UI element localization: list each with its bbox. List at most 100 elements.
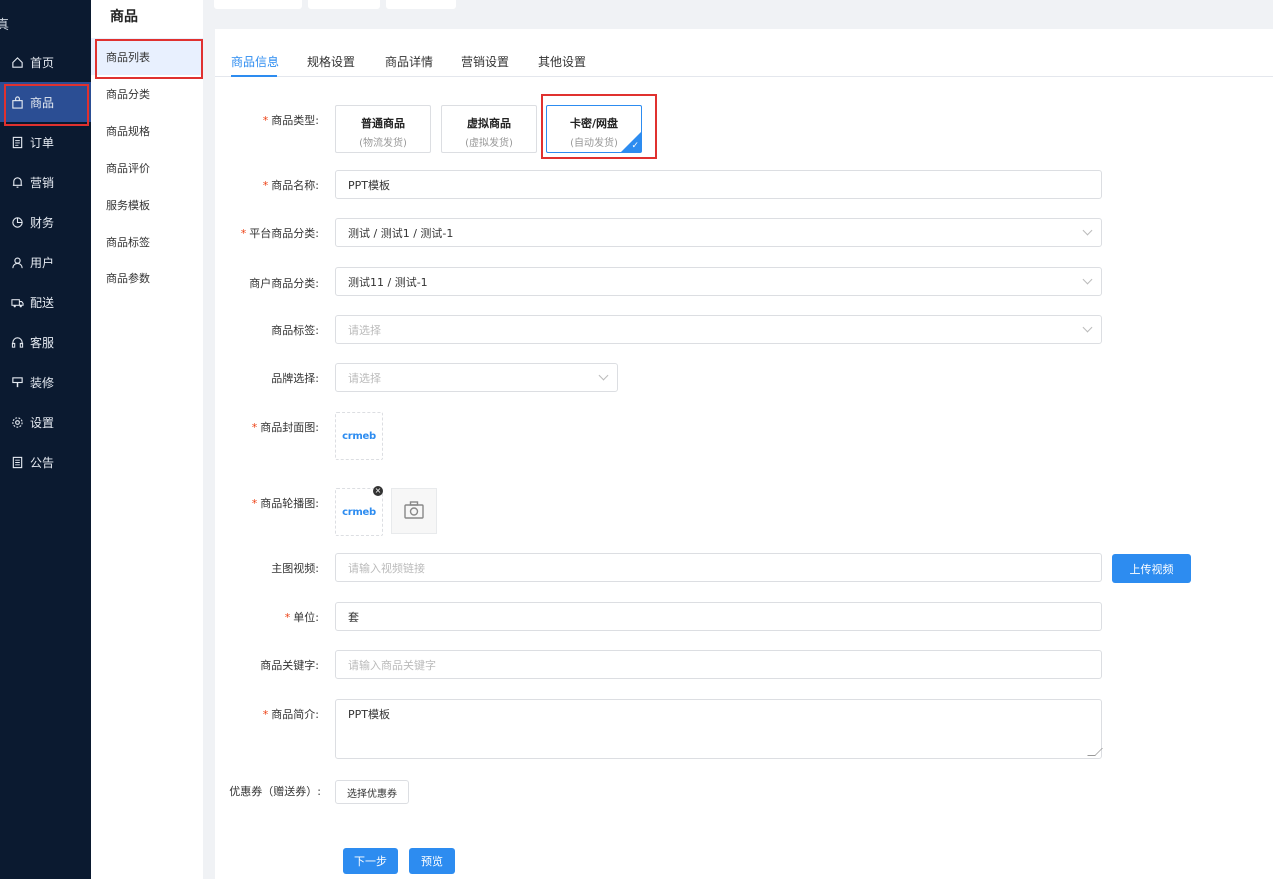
subbar-item-product-list[interactable]: 商品列表 [91, 38, 203, 79]
sidebar-item-product[interactable]: 商品 [0, 82, 91, 126]
name-label: * 商品名称: [262, 179, 319, 192]
sidebar-item-label: 配送 [30, 295, 55, 310]
sidebar-item-label: 财务 [30, 215, 55, 230]
bell-icon [10, 175, 24, 189]
main-sidebar: 真 首页 商品 订单 营销 财务 用户 配送 客服 装修 设置 公告 [0, 0, 91, 879]
intro-textarea[interactable]: PPT模板 [335, 699, 1103, 759]
sub-sidebar: 商品 商品列表 商品分类 商品规格 商品评价 服务模板 商品标签 商品参数 [91, 0, 203, 879]
subbar-item-param[interactable]: 商品参数 [91, 259, 203, 296]
intro-value: PPT模板 [348, 708, 390, 721]
type-label: * 商品类型: [262, 114, 319, 127]
upload-carousel-button[interactable] [391, 488, 437, 534]
sidebar-item-service[interactable]: 客服 [0, 322, 91, 362]
sidebar-item-delivery[interactable]: 配送 [0, 282, 91, 322]
tab-other-settings[interactable]: 其他设置 [538, 53, 586, 70]
sidebar-item-label: 首页 [30, 55, 55, 70]
video-label: 主图视频: [271, 562, 319, 575]
sidebar-item-notice[interactable]: 公告 [0, 442, 91, 482]
video-url-input[interactable]: 请输入视频链接 [335, 553, 1102, 582]
type-title: 卡密/网盘 [569, 117, 619, 130]
sidebar-item-settings[interactable]: 设置 [0, 402, 91, 442]
next-step-button[interactable]: 下一步 [343, 848, 398, 874]
tag-stub[interactable] [386, 0, 456, 9]
bag-icon [10, 95, 24, 109]
type-option-physical[interactable]: 普通商品 (物流发货) [335, 105, 431, 153]
headset-icon [10, 335, 24, 349]
user-icon [10, 255, 24, 269]
preview-button[interactable]: 预览 [409, 848, 455, 874]
type-option-virtual[interactable]: 虚拟商品 (虚拟发货) [441, 105, 537, 153]
platform-category-value: 测试 / 测试1 / 测试-1 [348, 226, 454, 240]
type-title: 普通商品 [361, 117, 405, 130]
subbar-item-service-template[interactable]: 服务模板 [91, 186, 203, 223]
resize-handle[interactable] [1087, 748, 1103, 756]
sidebar-item-label: 公告 [30, 455, 55, 470]
sidebar-item-label: 用户 [30, 255, 55, 270]
select-coupon-button[interactable]: 选择优惠券 [335, 780, 409, 804]
crmeb-logo: crmeb [342, 430, 376, 442]
subbar-item-tag[interactable]: 商品标签 [91, 223, 203, 260]
tag-stub[interactable] [308, 0, 380, 9]
sidebar-item-finance[interactable]: 财务 [0, 202, 91, 242]
chevron-down-icon [598, 370, 609, 381]
tag-select[interactable]: 请选择 [335, 315, 1102, 344]
sidebar-item-label: 商品 [30, 95, 55, 110]
unit-input[interactable]: 套 [335, 602, 1102, 631]
sidebar-item-label: 客服 [30, 335, 55, 350]
notice-icon [10, 455, 24, 469]
tab-product-detail[interactable]: 商品详情 [385, 53, 433, 70]
sidebar-item-label: 装修 [30, 375, 55, 390]
tag-strip [203, 0, 1273, 20]
carousel-label: * 商品轮播图: [251, 497, 319, 510]
chevron-down-icon [1082, 274, 1093, 285]
brand-select[interactable]: 请选择 [335, 363, 618, 392]
unit-label: * 单位: [284, 611, 319, 624]
sidebar-item-marketing[interactable]: 营销 [0, 162, 91, 202]
brand-stub: 真 [0, 18, 10, 33]
tag-stub[interactable] [214, 0, 302, 9]
camera-icon [404, 500, 424, 522]
crmeb-logo: crmeb [342, 506, 376, 518]
truck-icon [10, 295, 24, 309]
sidebar-item-home[interactable]: 首页 [0, 42, 91, 82]
sidebar-item-label: 营销 [30, 175, 55, 190]
sidebar-item-order[interactable]: 订单 [0, 122, 91, 162]
sidebar-item-decorate[interactable]: 装修 [0, 362, 91, 402]
platform-category-select[interactable]: 测试 / 测试1 / 测试-1 [335, 218, 1102, 247]
sidebar-item-label: 订单 [30, 135, 55, 150]
active-tab-indicator [231, 75, 277, 77]
merchant-category-value: 测试11 / 测试-1 [348, 275, 428, 289]
subbar-item-review[interactable]: 商品评价 [91, 149, 203, 186]
home-icon [10, 55, 24, 69]
platform-category-label: * 平台商品分类: [240, 227, 319, 240]
document-icon [10, 135, 24, 149]
cover-image[interactable]: crmeb [335, 412, 383, 460]
chevron-down-icon [1082, 322, 1093, 333]
intro-label: * 商品简介: [262, 708, 319, 721]
tab-spec-settings[interactable]: 规格设置 [307, 53, 355, 70]
type-option-card-key[interactable]: 卡密/网盘 (自动发货) ✓ [546, 105, 642, 153]
sidebar-item-label: 设置 [30, 415, 55, 430]
tab-product-info[interactable]: 商品信息 [231, 53, 279, 70]
tab-marketing-settings[interactable]: 营销设置 [461, 53, 509, 70]
check-icon: ✓ [631, 141, 639, 151]
tag-label: 商品标签: [271, 324, 319, 337]
cover-label: * 商品封面图: [251, 421, 319, 434]
chevron-down-icon [1082, 225, 1093, 236]
brand-placeholder: 请选择 [348, 371, 381, 385]
subbar-item-category[interactable]: 商品分类 [91, 75, 203, 112]
subbar-title: 商品 [110, 9, 138, 25]
merchant-category-select[interactable]: 测试11 / 测试-1 [335, 267, 1102, 296]
product-form-card: 商品信息 规格设置 商品详情 营销设置 其他设置 * 商品类型: 普通商品 (物流… [215, 29, 1273, 879]
type-subtitle: (虚拟发货) [465, 138, 513, 149]
subbar-item-spec[interactable]: 商品规格 [91, 112, 203, 149]
close-icon[interactable]: × [373, 486, 383, 496]
merchant-category-label: 商户商品分类: [249, 277, 319, 290]
upload-video-button[interactable]: 上传视频 [1112, 554, 1191, 583]
keyword-label: 商品关键字: [260, 659, 319, 672]
keyword-input[interactable]: 请输入商品关键字 [335, 650, 1102, 679]
product-name-input[interactable]: PPT模板 [335, 170, 1102, 199]
gear-icon [10, 415, 24, 429]
sidebar-item-user[interactable]: 用户 [0, 242, 91, 282]
coupon-label: 优惠券（赠送券）: [229, 785, 321, 798]
